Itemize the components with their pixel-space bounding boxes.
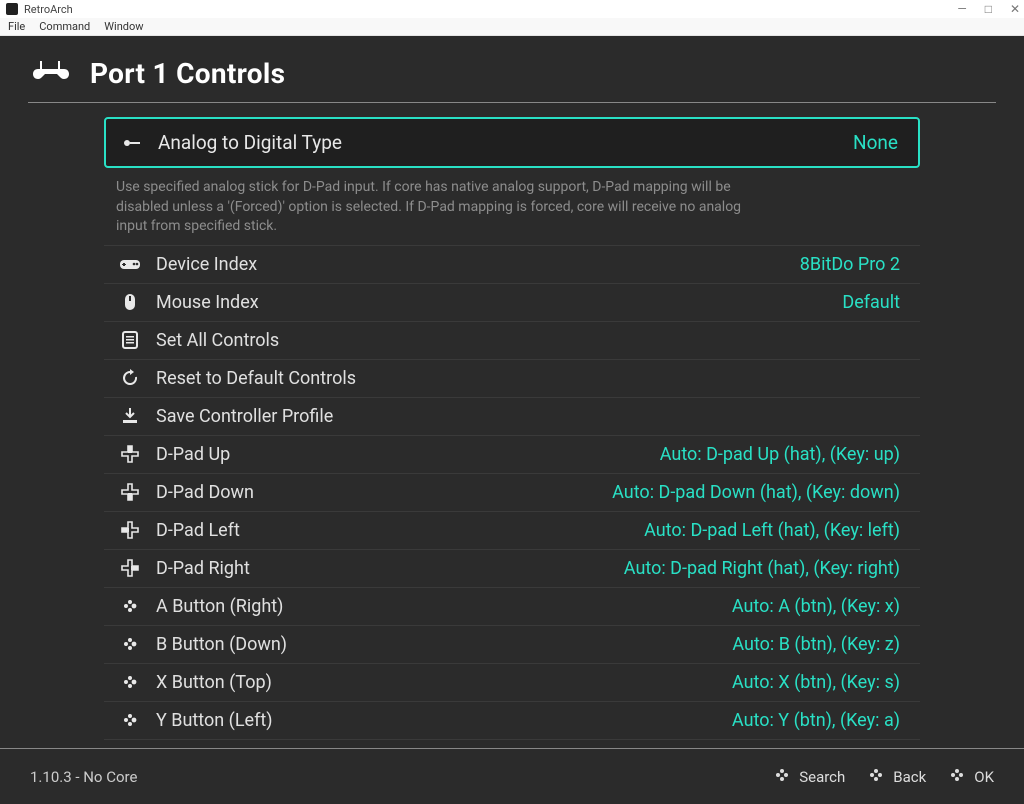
maximize-icon[interactable]: □ xyxy=(985,2,992,16)
setting-analog-to-digital-type[interactable]: Analog to Digital Type None xyxy=(104,117,920,168)
setting-value: Auto: A (btn), (Key: x) xyxy=(732,596,900,617)
setting-row[interactable]: X Button (Top) Auto: X (btn), (Key: s) xyxy=(104,663,920,701)
setting-label: D-Pad Up xyxy=(156,444,230,465)
setting-row[interactable]: Y Button (Left) Auto: Y (btn), (Key: a) xyxy=(104,701,920,740)
setting-row[interactable]: Reset to Default Controls xyxy=(104,359,920,397)
footer-label: Back xyxy=(893,768,926,786)
setting-row[interactable]: D-Pad Left Auto: D-pad Left (hat), (Key: … xyxy=(104,511,920,549)
dpad-down-icon xyxy=(116,483,144,501)
list-icon xyxy=(116,331,144,349)
setting-label: Y Button (Left) xyxy=(156,710,273,731)
setting-label: Reset to Default Controls xyxy=(156,368,356,389)
setting-value: Auto: Y (btn), (Key: a) xyxy=(732,710,900,731)
setting-value: Auto: D-pad Left (hat), (Key: left) xyxy=(644,520,900,541)
face-btn-icon xyxy=(867,766,885,788)
gamepad-icon xyxy=(116,256,144,272)
footer-label: OK xyxy=(974,768,994,786)
setting-label: Set All Controls xyxy=(156,330,279,351)
setting-row[interactable]: D-Pad Up Auto: D-pad Up (hat), (Key: up) xyxy=(104,435,920,473)
setting-value: Default xyxy=(842,292,900,313)
setting-row[interactable]: D-Pad Right Auto: D-pad Right (hat), (Key… xyxy=(104,549,920,587)
setting-value: Auto: B (btn), (Key: z) xyxy=(732,634,900,655)
setting-label: Analog to Digital Type xyxy=(158,131,342,154)
face-btn-icon xyxy=(116,711,144,729)
app-body: Port 1 Controls Analog to Digital Type N… xyxy=(0,36,1024,804)
setting-value: Auto: D-pad Right (hat), (Key: right) xyxy=(624,558,900,579)
setting-label: Save Controller Profile xyxy=(156,406,333,427)
setting-label: X Button (Top) xyxy=(156,672,272,693)
dpad-up-icon xyxy=(116,445,144,463)
help-text: Use specified analog stick for D-Pad inp… xyxy=(116,178,756,237)
setting-label: A Button (Right) xyxy=(156,596,283,617)
setting-value: Auto: X (btn), (Key: s) xyxy=(732,672,900,693)
setting-row[interactable]: Mouse Index Default xyxy=(104,283,920,321)
close-icon[interactable]: ✕ xyxy=(1010,2,1020,16)
setting-label: D-Pad Left xyxy=(156,520,240,541)
setting-row[interactable]: Set All Controls xyxy=(104,321,920,359)
mouse-icon xyxy=(116,293,144,311)
setting-label: Mouse Index xyxy=(156,292,259,313)
footer-action-ok[interactable]: OK xyxy=(948,766,994,788)
footer-action-back[interactable]: Back xyxy=(867,766,926,788)
setting-value: 8BitDo Pro 2 xyxy=(800,254,900,275)
save-icon xyxy=(116,407,144,425)
setting-value: Auto: D-pad Down (hat), (Key: down) xyxy=(612,482,900,503)
setting-row[interactable]: A Button (Right) Auto: A (btn), (Key: x) xyxy=(104,587,920,625)
setting-row[interactable]: D-Pad Down Auto: D-pad Down (hat), (Key: … xyxy=(104,473,920,511)
window-title: RetroArch xyxy=(24,3,73,16)
setting-row[interactable]: Save Controller Profile xyxy=(104,397,920,435)
minimize-icon[interactable]: — xyxy=(957,2,966,16)
setting-label: D-Pad Down xyxy=(156,482,254,503)
reset-icon xyxy=(116,369,144,387)
version-text: 1.10.3 - No Core xyxy=(30,768,137,786)
stick-icon xyxy=(118,135,146,151)
face-btn-icon xyxy=(116,597,144,615)
page-header: Port 1 Controls xyxy=(0,36,1024,102)
menu-command[interactable]: Command xyxy=(39,20,90,33)
footer-bar: 1.10.3 - No Core Search Back OK xyxy=(0,748,1024,804)
setting-label: Device Index xyxy=(156,254,257,275)
face-btn-icon xyxy=(948,766,966,788)
window-titlebar: RetroArch — □ ✕ xyxy=(0,0,1024,18)
footer-label: Search xyxy=(799,768,845,786)
setting-label: B Button (Down) xyxy=(156,634,287,655)
setting-value: None xyxy=(853,131,898,154)
face-btn-icon xyxy=(116,673,144,691)
face-btn-icon xyxy=(116,635,144,653)
settings-list: Device Index 8BitDo Pro 2 Mouse Index Defau… xyxy=(104,245,920,740)
menu-file[interactable]: File xyxy=(8,20,25,33)
content-area: Analog to Digital Type None Use specifie… xyxy=(28,103,996,740)
face-btn-icon xyxy=(773,766,791,788)
setting-label: D-Pad Right xyxy=(156,558,250,579)
dpad-right-icon xyxy=(116,559,144,577)
setting-row[interactable]: B Button (Down) Auto: B (btn), (Key: z) xyxy=(104,625,920,663)
footer-action-search[interactable]: Search xyxy=(773,766,845,788)
controller-header-icon xyxy=(30,56,70,90)
page-title: Port 1 Controls xyxy=(90,57,285,90)
setting-value: Auto: D-pad Up (hat), (Key: up) xyxy=(660,444,900,465)
setting-row[interactable]: Device Index 8BitDo Pro 2 xyxy=(104,245,920,283)
app-icon xyxy=(6,3,18,15)
dpad-left-icon xyxy=(116,521,144,539)
menu-window[interactable]: Window xyxy=(104,20,143,33)
menubar: File Command Window xyxy=(0,18,1024,36)
